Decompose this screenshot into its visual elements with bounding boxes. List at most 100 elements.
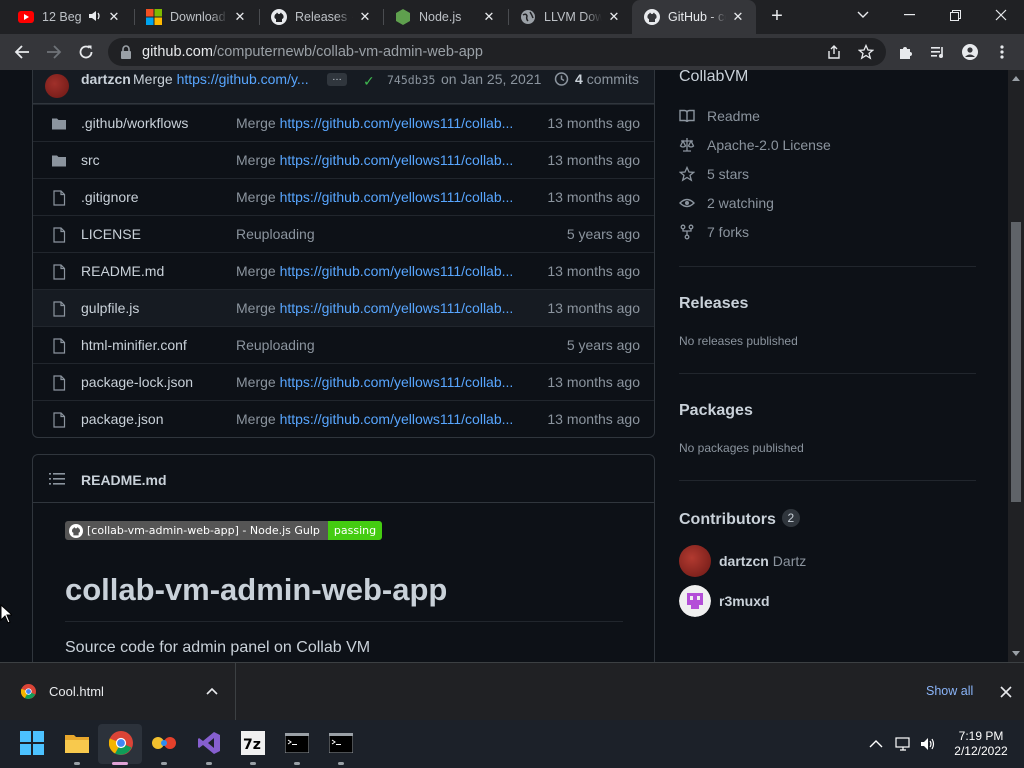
file-commit-message[interactable]: Merge https://github.com/yellows111/coll… [236,189,526,205]
ci-badge[interactable]: [collab-vm-admin-web-app] - Node.js Gulp… [65,521,383,540]
volume-icon[interactable] [920,736,936,752]
chevron-up-icon[interactable] [868,736,884,752]
file-row[interactable]: html-minifier.conf Reuploading 5 years ag… [33,326,654,363]
list-icon[interactable] [49,473,65,485]
file-commit-message[interactable]: Merge https://github.com/yellows111/coll… [236,263,526,279]
file-name-link[interactable]: package-lock.json [81,374,193,390]
scrollbar-thumb[interactable] [1011,222,1021,502]
star-icon[interactable] [858,44,874,60]
readme-title[interactable]: README.md [81,472,167,488]
back-button[interactable] [8,38,36,66]
commit-message-link[interactable]: https://github.com/yellows111/collab... [280,411,514,427]
commit-message-link[interactable]: https://github.com/yellows111/collab... [280,115,514,131]
commit-sha[interactable]: 745db35 [387,73,435,87]
system-clock[interactable]: 7:19 PM 2/12/2022 [950,729,1012,759]
address-bar[interactable]: github.com/computernewb/collab-vm-admin-… [108,38,886,66]
commit-message-link[interactable]: https://github.com/yellows111/collab... [280,189,514,205]
file-commit-message[interactable]: Merge https://github.com/yellows111/coll… [236,411,526,427]
extensions-icon[interactable] [898,44,914,60]
close-icon[interactable]: ✕ [106,9,122,25]
file-name-link[interactable]: .github/workflows [81,115,188,131]
download-item[interactable]: Cool.html [0,663,236,720]
commits-link[interactable]: 4 commits [553,71,639,87]
new-tab-button[interactable]: + [766,5,788,27]
file-commit-message[interactable]: Merge https://github.com/yellows111/coll… [236,152,526,168]
close-icon[interactable]: ✕ [481,9,497,25]
sidebar-license-link[interactable]: Apache-2.0 License [679,135,831,155]
scroll-up-arrow[interactable] [1012,76,1020,81]
share-icon[interactable] [826,44,842,60]
check-icon[interactable]: ✓ [363,73,375,90]
file-row[interactable]: package-lock.json Merge https://github.co… [33,363,654,400]
profile-icon[interactable] [962,44,978,60]
file-row[interactable]: package.json Merge https://github.com/yel… [33,400,654,437]
file-name-link[interactable]: LICENSE [81,226,141,242]
scroll-down-arrow[interactable] [1012,651,1020,656]
page-scrollbar[interactable] [1008,70,1024,662]
taskbar-7zip[interactable]: 7z [240,730,266,756]
packages-heading[interactable]: Packages [679,402,753,420]
commit-message-link[interactable]: https://github.com/yellows111/collab... [280,300,514,316]
file-name-link[interactable]: .gitignore [81,189,139,205]
sidebar-stars-link[interactable]: 5 stars [679,164,749,184]
file-row[interactable]: LICENSE Reuploading 5 years ago [33,215,654,252]
taskbar-app[interactable] [151,730,177,756]
reload-button[interactable] [72,38,100,66]
tab-youtube[interactable]: 12 Beg ✕ [6,0,132,34]
close-icon[interactable]: ✕ [232,9,248,25]
taskbar-terminal-2[interactable] [328,730,354,756]
close-icon[interactable]: ✕ [606,9,622,25]
file-row[interactable]: .gitignore Merge https://github.com/yello… [33,178,654,215]
sidebar-watching-link[interactable]: 2 watching [679,193,774,213]
tab-llvm[interactable]: LLVM Down ✕ [508,0,632,34]
file-name-link[interactable]: gulpfile.js [81,300,139,316]
file-row[interactable]: src Merge https://github.com/yellows111/c… [33,141,654,178]
chevron-up-icon[interactable] [206,686,218,696]
author-avatar[interactable] [45,74,69,98]
tab-github-active[interactable]: GitHub - co ✕ [632,0,756,34]
kebab-menu-icon[interactable] [994,44,1010,60]
start-button[interactable] [19,730,45,756]
taskbar-file-explorer[interactable] [64,730,90,756]
restore-button[interactable] [932,0,978,30]
speaker-icon[interactable] [88,9,102,23]
close-icon[interactable] [997,683,1015,701]
tab-releases[interactable]: Releases · c ✕ [259,0,383,34]
sidebar-readme-link[interactable]: Readme [679,106,760,126]
media-control-icon[interactable] [930,44,946,60]
file-name-link[interactable]: package.json [81,411,164,427]
contributors-heading[interactable]: Contributors 2 [679,509,800,529]
close-icon[interactable]: ✕ [357,9,373,25]
minimize-button[interactable] [886,0,932,30]
sidebar-forks-link[interactable]: 7 forks [679,222,749,242]
file-name-link[interactable]: README.md [81,263,164,279]
commit-message-link[interactable]: https://github.com/yellows111/collab... [280,374,514,390]
commit-message-link[interactable]: https://github.com/yellows111/collab... [280,152,514,168]
contributor-r3muxd[interactable]: r3muxd [679,585,770,617]
file-name-link[interactable]: html-minifier.conf [81,337,187,353]
releases-heading[interactable]: Releases [679,295,748,313]
commit-author[interactable]: dartzcn [81,71,131,87]
file-commit-message[interactable]: Merge https://github.com/yellows111/coll… [236,374,526,390]
tab-download[interactable]: Download ✕ [134,0,258,34]
tab-nodejs[interactable]: Node.js ✕ [383,0,507,34]
taskbar-visual-studio[interactable] [196,730,222,756]
show-all-downloads-button[interactable]: Show all [926,684,973,698]
file-commit-message[interactable]: Reuploading [236,226,526,242]
lock-icon[interactable] [120,45,132,59]
taskbar-chrome[interactable] [108,730,134,756]
file-name-link[interactable]: src [81,152,100,168]
close-window-button[interactable] [978,0,1024,30]
file-row[interactable]: .github/workflows Merge https://github.co… [33,104,654,141]
tab-search-button[interactable] [840,0,886,30]
file-commit-message[interactable]: Merge https://github.com/yellows111/coll… [236,300,526,316]
file-row[interactable]: README.md Merge https://github.com/yellow… [33,252,654,289]
commit-message-link[interactable]: https://github.com/yellows111/collab... [280,263,514,279]
contributor-dartzcn[interactable]: dartzcn Dartz [679,545,806,577]
file-commit-message[interactable]: Merge https://github.com/yellows111/coll… [236,115,526,131]
file-row[interactable]: gulpfile.js Merge https://github.com/yell… [33,289,654,326]
file-commit-message[interactable]: Reuploading [236,337,526,353]
commit-message-link[interactable]: https://github.com/y... [177,71,309,87]
forward-button[interactable] [40,38,68,66]
network-icon[interactable] [895,736,911,752]
